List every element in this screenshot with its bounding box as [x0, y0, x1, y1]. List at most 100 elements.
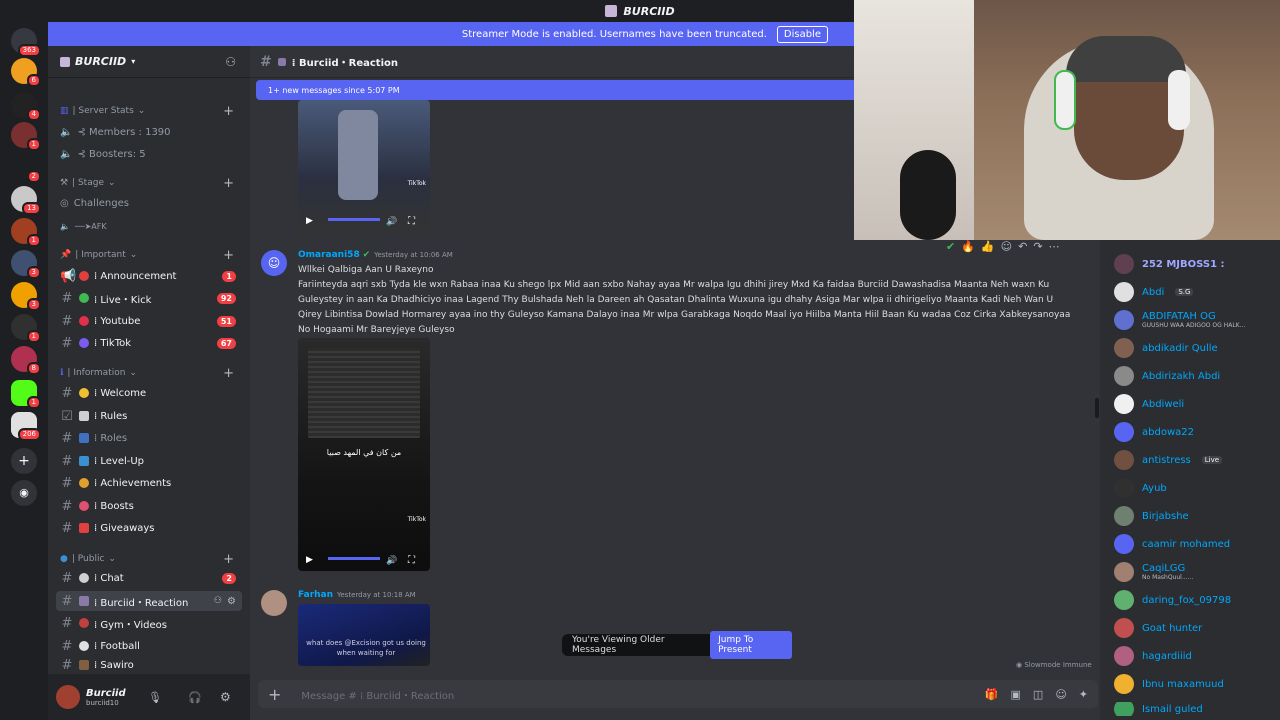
volume-icon[interactable]: 🔊	[386, 556, 397, 566]
add-channel-icon[interactable]: +	[223, 552, 234, 567]
server-icon-2[interactable]: 4	[11, 92, 41, 121]
channel-boosters[interactable]: 🔈 ⊰ Boosters: 5	[56, 144, 242, 164]
emoji-picker-icon[interactable]: ☺	[1055, 688, 1066, 701]
channel-chat[interactable]: # ⁞ Chat 2	[56, 568, 242, 588]
channel-roles[interactable]: # ⁞ Roles	[56, 428, 242, 448]
disable-streamer-button[interactable]: Disable	[776, 25, 828, 43]
channel-burciid-reaction[interactable]: # ⁞ Burciid・Reaction ⚙ ⚇	[56, 591, 242, 611]
channel-sawiro[interactable]: # ⁞ Sawiro	[56, 658, 242, 672]
server-icon-8[interactable]: 3	[11, 282, 41, 311]
member-item[interactable]: 252 MJBOSS1 :	[1114, 254, 1280, 274]
settings-icon[interactable]: ⚙	[227, 596, 236, 607]
member-item[interactable]: Abdirizakh Abdi	[1114, 366, 1280, 386]
channel-boosts[interactable]: # ⁞ Boosts	[56, 496, 242, 516]
volume-icon[interactable]: 🔊	[386, 217, 397, 227]
gift-icon[interactable]: 🎁	[985, 688, 999, 701]
chat-scrollbar[interactable]	[1095, 398, 1099, 418]
add-channel-icon[interactable]: +	[223, 176, 234, 191]
server-header[interactable]: BURCIID ▾ ⚇	[48, 46, 250, 78]
jump-to-present-button[interactable]: Jump To Present	[710, 631, 792, 659]
server-icon-10[interactable]: 8	[11, 346, 41, 375]
play-icon[interactable]: ▶	[306, 216, 313, 226]
avatar[interactable]	[56, 685, 80, 709]
channel-youtube[interactable]: # ⁞ Youtube 51	[56, 311, 242, 331]
channel-label: ⁞ Roles	[94, 432, 128, 444]
category-important[interactable]: 📌 | Important ⌄ +	[60, 248, 242, 263]
channel-rules[interactable]: ☑ ⁞ Rules	[56, 406, 242, 426]
video-embed[interactable]: من كان في المهد صبيا TikTok ▶ 🔊 ⛶	[298, 338, 430, 571]
channel-football[interactable]: # ⁞ Football	[56, 636, 242, 656]
invite-icon[interactable]: ⚇	[214, 596, 222, 606]
category-server-stats[interactable]: ▥ | Server Stats ⌄ +	[60, 104, 242, 119]
member-item[interactable]: Abdi S.G	[1114, 282, 1280, 302]
play-icon[interactable]: ▶	[306, 555, 313, 565]
add-channel-icon[interactable]: +	[223, 104, 234, 119]
category-public[interactable]: ● | Public ⌄ +	[60, 552, 242, 567]
member-item[interactable]: Abdiweli	[1114, 394, 1280, 414]
category-information[interactable]: ℹ | Information ⌄ +	[60, 366, 242, 381]
member-item[interactable]: caamir mohamed	[1114, 534, 1280, 554]
channel-challenges[interactable]: ◎ Challenges	[56, 193, 242, 213]
member-item[interactable]: Ibnu maxamuud	[1114, 674, 1280, 694]
channel-members[interactable]: 🔈 ⊰ Members : 1390	[56, 122, 242, 142]
channel-sidebar: BURCIID ▾ ⚇ ▥ | Server Stats ⌄ + 🔈 ⊰ Members…	[48, 46, 250, 720]
category-stage[interactable]: ⚒ | Stage ⌄ +	[60, 176, 242, 191]
discover-icon[interactable]: ◉	[11, 480, 37, 506]
add-channel-icon[interactable]: +	[223, 248, 234, 263]
member-item[interactable]: Birjabshe	[1114, 506, 1280, 526]
gif-icon[interactable]: ▣	[1011, 688, 1021, 701]
message-author[interactable]: Farhan	[298, 590, 333, 600]
server-icon-1[interactable]: 6	[11, 58, 41, 87]
add-attachment-icon[interactable]: +	[268, 685, 281, 704]
server-icon-4[interactable]: 2	[11, 154, 41, 183]
fullscreen-icon[interactable]: ⛶	[408, 216, 415, 227]
member-item[interactable]: antistress Live	[1114, 450, 1280, 470]
channel-tiktok[interactable]: # ⁞ TikTok 67	[56, 333, 242, 353]
video-embed[interactable]: what does @Excision got us doing when wa…	[298, 604, 430, 666]
apps-icon[interactable]: ✦	[1079, 688, 1088, 701]
channel-announcement[interactable]: 📢 ⁞ Announcement 1	[56, 266, 242, 286]
new-messages-bar[interactable]: 1+ new messages since 5:07 PM	[256, 80, 854, 100]
server-icon-6[interactable]: 1	[11, 218, 41, 247]
channel-welcome[interactable]: # ⁞ Welcome	[56, 383, 242, 403]
volume-slider[interactable]	[328, 557, 380, 560]
server-icon-7[interactable]: 3	[11, 250, 41, 279]
invite-people-icon[interactable]: ⚇	[225, 55, 236, 69]
message-composer[interactable]: + Message # ⁞ Burciid・Reaction 🎁 ▣ ◫ ☺ ✦	[258, 680, 1098, 708]
video-embed[interactable]: TikTok ▶ 🔊 ⛶	[298, 100, 430, 232]
channel-gym-videos[interactable]: # ⁞ Gym・Videos	[56, 613, 242, 633]
member-item[interactable]: Ismail guled	[1114, 702, 1280, 716]
add-server-icon[interactable]: +	[11, 448, 37, 474]
avatar[interactable]	[261, 590, 287, 616]
message-input[interactable]: Message # ⁞ Burciid・Reaction	[301, 687, 454, 702]
channel-level-up[interactable]: # ⁞ Level-Up	[56, 451, 242, 471]
channel-live-kick[interactable]: # ⁞ Live・Kick 92	[56, 288, 242, 308]
member-item[interactable]: CaqiLGG No MashQuul......	[1114, 562, 1280, 582]
server-icon-3[interactable]: 1	[11, 122, 41, 151]
burciid-server-icon[interactable]: 206	[11, 412, 41, 441]
channel-giveaways[interactable]: # ⁞ Giveaways	[56, 518, 242, 538]
direct-messages-icon[interactable]: 363	[11, 28, 41, 57]
kick-server-icon[interactable]: 1	[11, 380, 41, 409]
member-item[interactable]: hagardiiid	[1114, 646, 1280, 666]
channel-achievements[interactable]: # ⁞ Achievements	[56, 473, 242, 493]
headphones-icon[interactable]: 🎧	[188, 691, 202, 704]
member-item[interactable]: daring_fox_09798	[1114, 590, 1280, 610]
sticker-icon[interactable]: ◫	[1033, 688, 1043, 701]
member-item[interactable]: Ayub	[1114, 478, 1280, 498]
add-channel-icon[interactable]: +	[223, 366, 234, 381]
channel-afk[interactable]: 🔈 ──➤AFK	[56, 216, 242, 236]
gear-icon[interactable]: ⚙	[220, 690, 231, 704]
avatar[interactable]: ☺	[261, 250, 287, 276]
volume-slider[interactable]	[328, 218, 380, 221]
message-author[interactable]: Omaraani58	[298, 250, 360, 260]
fullscreen-icon[interactable]: ⛶	[408, 555, 415, 566]
member-item[interactable]: abdowa22	[1114, 422, 1280, 442]
member-item[interactable]: Goat hunter	[1114, 618, 1280, 638]
microphone-icon[interactable]: 🎙	[148, 691, 162, 704]
member-item[interactable]: ABDIFATAH OG GUUSHU WAA ADIGOO OG HALK...	[1114, 310, 1280, 330]
server-icon-5[interactable]: 13	[11, 186, 41, 215]
chevron-down-icon: ⌄	[137, 106, 146, 116]
member-item[interactable]: abdikadir Qulle	[1114, 338, 1280, 358]
server-icon-9[interactable]: 1	[11, 314, 41, 343]
